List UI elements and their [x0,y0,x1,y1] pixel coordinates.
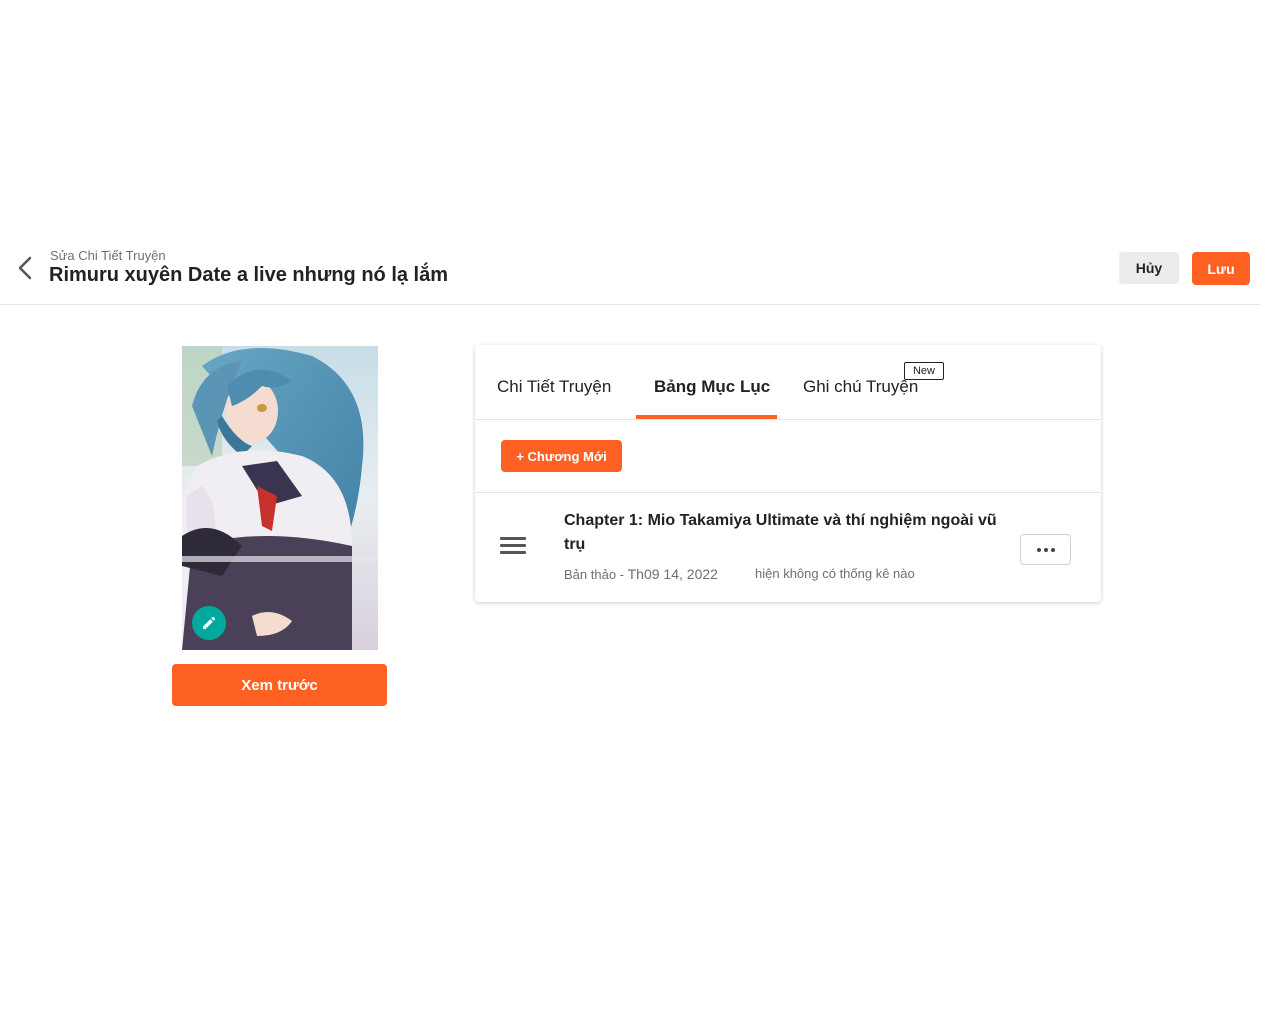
page-subtitle: Sửa Chi Tiết Truyện [50,248,166,263]
chevron-left-icon [18,256,32,280]
chapter-meta: Bản thảo - Th09 14, 2022 [564,566,718,582]
cancel-button[interactable]: Hủy [1119,252,1179,284]
tab-story-details[interactable]: Chi Tiết Truyện [497,377,611,397]
more-dots-icon [1036,547,1041,552]
new-chapter-button[interactable]: + Chương Mới [501,440,622,472]
page-header: Sửa Chi Tiết Truyện Rimuru xuyên Date a … [0,240,1261,305]
chapter-stats: hiện không có thống kê nào [755,566,915,581]
active-tab-indicator [636,415,777,419]
chapter-list-item: Chapter 1: Mio Takamiya Ultimate và thí … [475,493,1101,602]
tab-story-notes[interactable]: Ghi chú Truyện [803,377,918,397]
drag-handle-icon[interactable] [500,537,526,557]
story-panel: Chi Tiết Truyện Bảng Mục Lục Ghi chú Tru… [475,345,1101,602]
chapter-toolbar: + Chương Mới [475,420,1101,493]
more-options-button[interactable] [1020,534,1071,565]
story-title: Rimuru xuyên Date a live nhưng nó lạ lắm [49,264,449,286]
save-button[interactable]: Lưu [1192,252,1250,285]
edit-cover-button[interactable] [192,606,226,640]
preview-button[interactable]: Xem trước [172,664,387,706]
chapter-status: Bản thảo - [564,567,624,582]
chapter-title[interactable]: Chapter 1: Mio Takamiya Ultimate và thí … [564,509,1004,557]
story-cover-image [182,346,378,650]
tab-bar: Chi Tiết Truyện Bảng Mục Lục Ghi chú Tru… [475,345,1101,420]
new-badge: New [904,362,944,380]
chapter-date: Th09 14, 2022 [627,566,718,582]
back-button[interactable] [14,254,38,282]
pencil-icon [203,616,216,629]
tab-table-of-contents[interactable]: Bảng Mục Lục [654,377,770,397]
